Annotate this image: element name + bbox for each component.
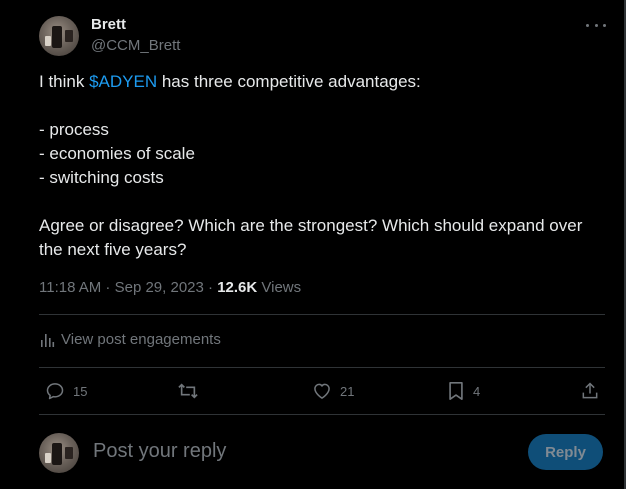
tweet-text: I think $ADYEN has three competitive adv… (39, 70, 599, 262)
like-action-button[interactable]: 21 (312, 381, 354, 401)
list-item: - economies of scale (39, 144, 195, 163)
tweet-date[interactable]: Sep 29, 2023 (115, 279, 204, 296)
cashtag-link[interactable]: $ADYEN (89, 72, 157, 91)
reply-count: 15 (73, 383, 88, 399)
views-count: 12.6K (217, 279, 258, 296)
divider (39, 414, 605, 415)
tweet-question: Agree or disagree? Which are the stronge… (39, 216, 583, 259)
divider (39, 314, 605, 315)
reply-input[interactable]: Post your reply (93, 440, 226, 463)
share-icon (582, 382, 598, 399)
divider (39, 367, 605, 368)
views-label: Views (257, 279, 302, 296)
list-item: - process (39, 120, 109, 139)
current-user-avatar[interactable] (39, 433, 79, 473)
like-count: 21 (340, 383, 355, 399)
bookmark-icon (449, 382, 463, 400)
reply-action-button[interactable]: 15 (45, 381, 87, 401)
meta-separator: · (203, 279, 218, 296)
reply-icon (46, 383, 64, 400)
author-handle[interactable]: @CCM_Brett (91, 37, 180, 54)
tweet-intro-suffix: has three competitive advantages: (157, 72, 421, 91)
repost-icon (178, 383, 198, 399)
more-options-icon[interactable] (586, 18, 606, 32)
tweet-intro: I think $ADYEN has three competitive adv… (39, 70, 599, 94)
meta-separator: · (101, 279, 115, 296)
analytics-icon (41, 333, 55, 347)
view-engagements-label: View post engagements (61, 331, 221, 348)
reply-button[interactable]: Reply (528, 434, 603, 470)
view-engagements-link[interactable]: View post engagements (39, 331, 221, 348)
repost-action-button[interactable] (177, 381, 199, 401)
bookmark-action-button[interactable]: 4 (447, 381, 480, 401)
tweet-meta: 11:18 AM · Sep 29, 2023 · 12.6K Views (39, 279, 301, 296)
list-item: - switching costs (39, 168, 164, 187)
author-name[interactable]: Brett (91, 16, 126, 33)
bookmark-count: 4 (473, 383, 481, 399)
share-action-button[interactable] (580, 381, 600, 401)
author-avatar[interactable] (39, 16, 79, 56)
tweet-intro-prefix: I think (39, 72, 90, 91)
heart-icon (314, 383, 330, 399)
tweet-time[interactable]: 11:18 AM (39, 279, 101, 296)
